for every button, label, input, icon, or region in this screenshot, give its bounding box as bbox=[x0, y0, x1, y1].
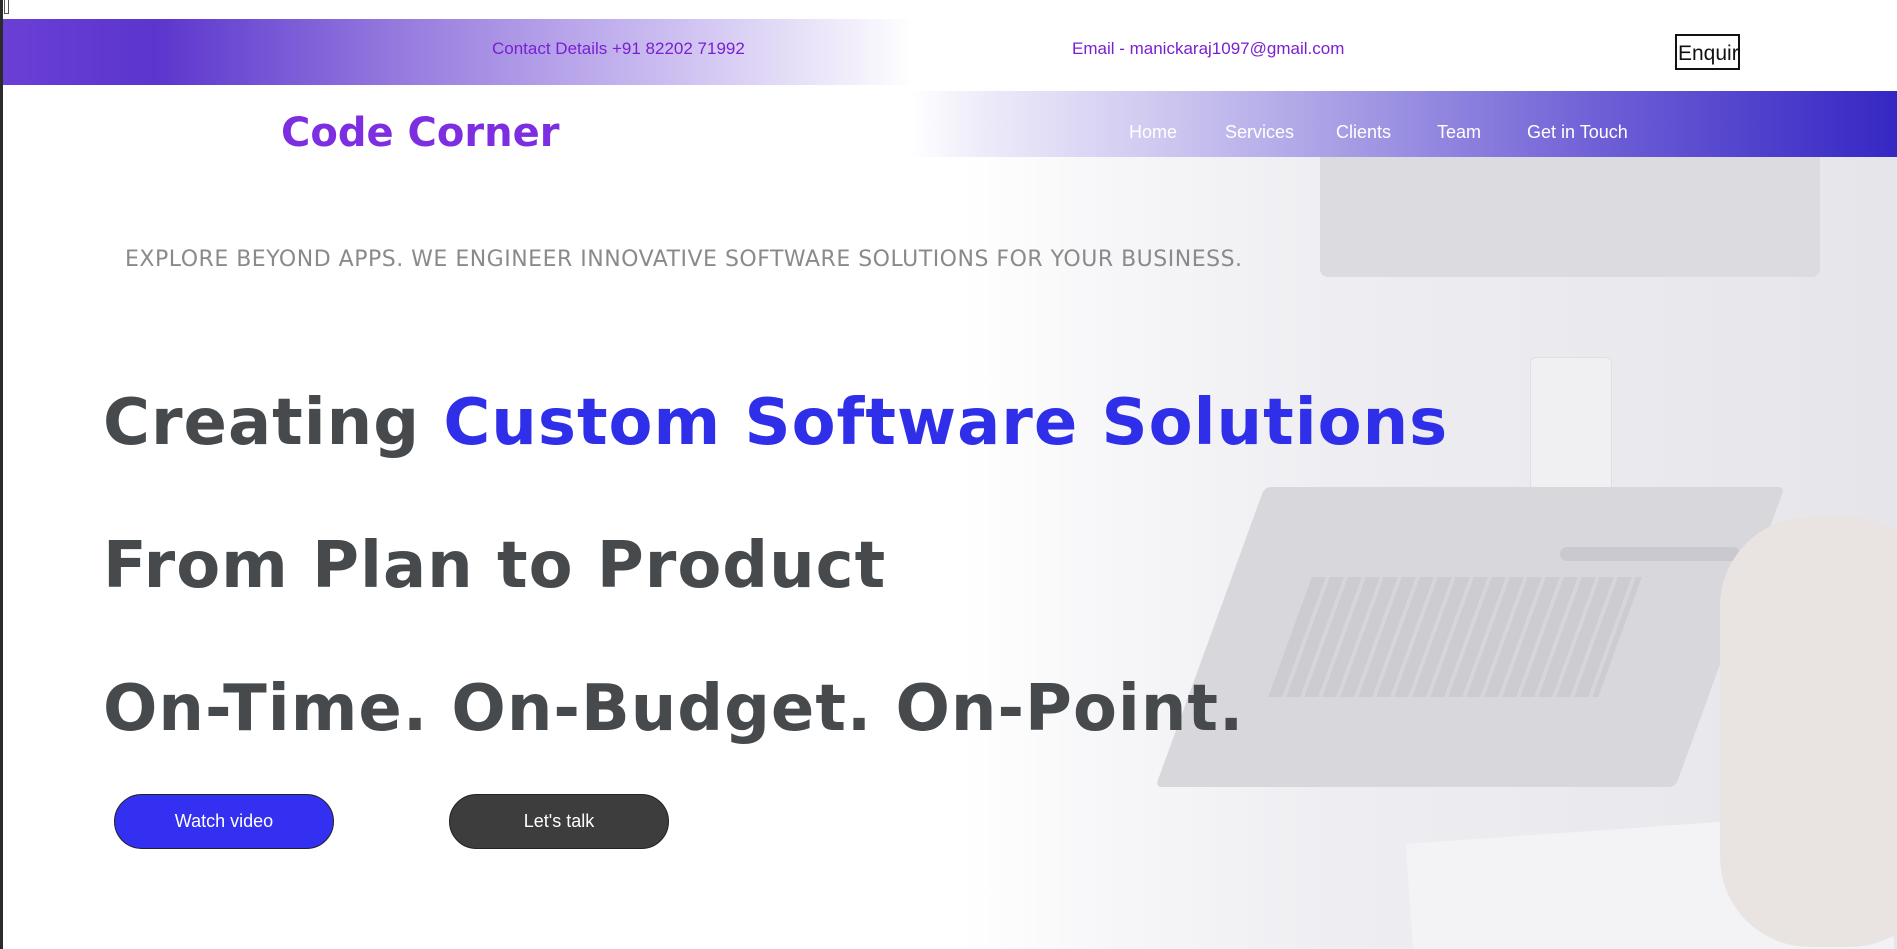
nav-clients[interactable]: Clients bbox=[1336, 122, 1391, 143]
nav-home[interactable]: Home bbox=[1129, 122, 1177, 143]
watch-video-button[interactable]: Watch video bbox=[114, 794, 334, 849]
enquiry-button[interactable]: Enquiry bbox=[1675, 34, 1740, 70]
pen-shape bbox=[1560, 547, 1740, 561]
nav-get-in-touch[interactable]: Get in Touch bbox=[1527, 122, 1628, 143]
corner-marker bbox=[4, 0, 9, 14]
contact-bar bbox=[3, 19, 1897, 85]
headline-1-accent: Custom Software Solutions bbox=[443, 386, 1449, 460]
keyboard-shape bbox=[1268, 577, 1642, 697]
hero-headline-3: On-Time. On-Budget. On-Point. bbox=[103, 672, 1245, 746]
monitor-shape bbox=[1320, 157, 1820, 277]
hero-headline-2: From Plan to Product bbox=[103, 529, 887, 603]
nav-team[interactable]: Team bbox=[1437, 122, 1481, 143]
hero-background-image bbox=[960, 157, 1897, 949]
brand-logo[interactable]: Code Corner bbox=[281, 110, 559, 156]
hero-tagline: EXPLORE BEYOND APPS. WE ENGINEER INNOVAT… bbox=[125, 247, 1243, 272]
contact-phone: Contact Details +91 82202 71992 bbox=[492, 39, 745, 58]
headline-1-prefix: Creating bbox=[103, 386, 444, 460]
navbar bbox=[910, 91, 1897, 157]
hand-shape bbox=[1720, 517, 1897, 947]
hero-headline-1: Creating Custom Software Solutions bbox=[103, 386, 1448, 460]
window-left-edge bbox=[0, 0, 3, 949]
nav-services[interactable]: Services bbox=[1225, 122, 1294, 143]
contact-email[interactable]: Email - manickaraj1097@gmail.com bbox=[1072, 39, 1344, 59]
lets-talk-button[interactable]: Let's talk bbox=[449, 794, 669, 849]
